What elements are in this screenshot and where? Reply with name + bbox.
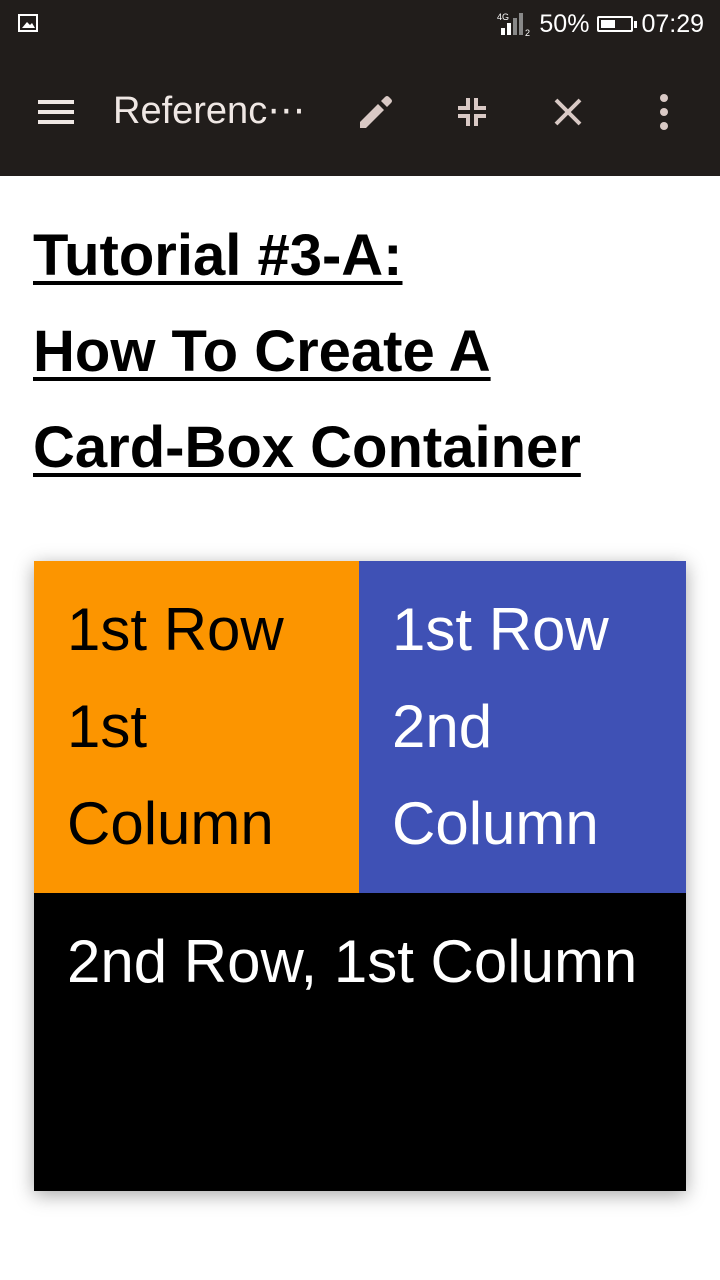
close-icon[interactable] xyxy=(544,88,592,136)
edit-icon[interactable] xyxy=(352,88,400,136)
status-bar: 4G 2 50% 07:29 xyxy=(0,0,720,48)
svg-text:4G: 4G xyxy=(497,12,509,22)
more-vert-icon[interactable] xyxy=(640,88,688,136)
battery-percent: 50% xyxy=(539,9,590,38)
card-cell-row1-col2: 1st Row 2nd Column xyxy=(359,561,686,893)
clock: 07:29 xyxy=(641,9,704,38)
article-title-line-2: How To Create A xyxy=(33,319,491,384)
svg-text:2: 2 xyxy=(525,28,530,37)
signal-icon: 4G 2 xyxy=(497,11,531,38)
card-cell-row2-col1: 2nd Row, 1st Column xyxy=(34,893,686,1191)
battery-icon xyxy=(597,16,638,32)
app-bar: Referenc⋯ xyxy=(0,48,720,176)
menu-icon[interactable] xyxy=(34,94,78,130)
article-title-line-3: Card-Box Container xyxy=(33,415,581,480)
image-notification-icon xyxy=(18,14,38,32)
card-box-container: 1st Row 1st Column 1st Row 2nd Column 2n… xyxy=(34,561,686,1191)
card-cell-row1-col1: 1st Row 1st Column xyxy=(34,561,359,893)
app-title: Referenc⋯ xyxy=(113,90,306,132)
shrink-icon[interactable] xyxy=(448,88,496,136)
article-title-line-1: Tutorial #3-A: xyxy=(33,223,403,288)
